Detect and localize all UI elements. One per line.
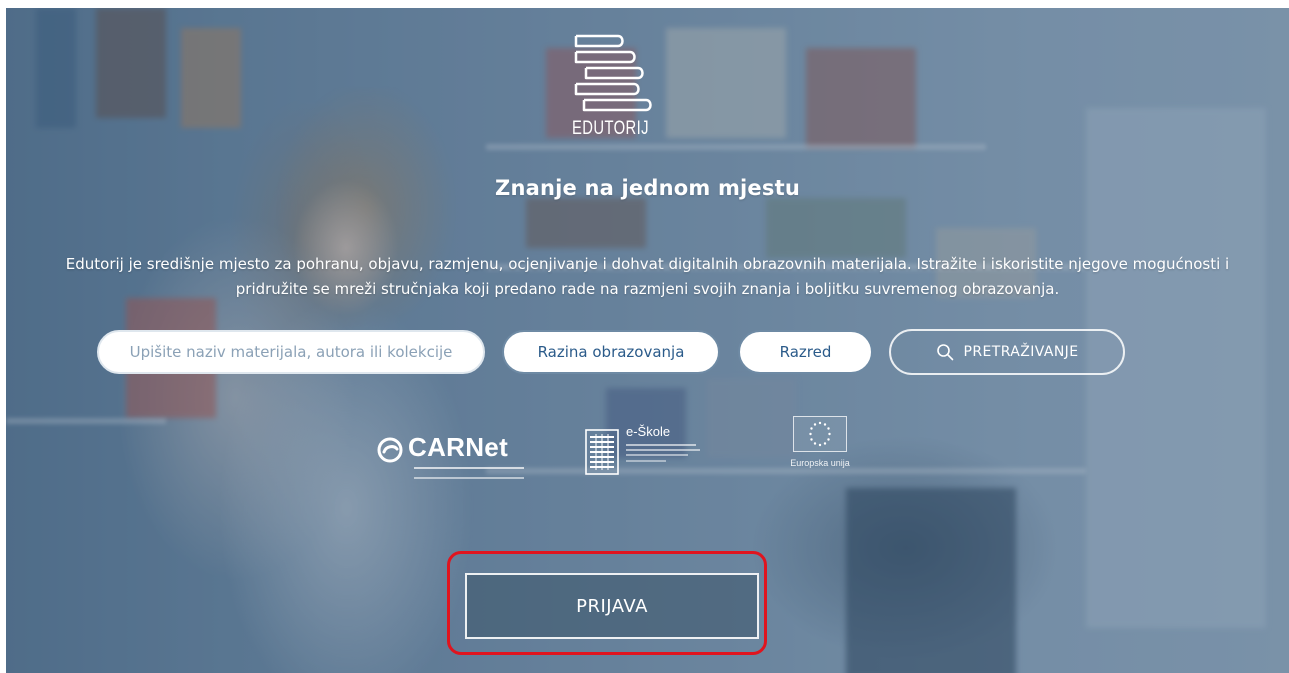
grade-select[interactable]: Razred (738, 330, 873, 374)
hero-background: EDUTORIJ Znanje na jednom mjestu Edutori… (6, 8, 1289, 673)
carnet-wordmark: CARNet (408, 432, 509, 462)
eskole-subtitle-lines (626, 442, 704, 464)
page-headline: Znanje na jednom mjestu (495, 176, 800, 200)
login-button-label: PRIJAVA (576, 595, 648, 617)
carnet-logo-icon (377, 437, 403, 463)
education-level-select[interactable]: Razina obrazovanja (502, 330, 720, 374)
search-button[interactable]: PRETRAŽIVANJE (889, 329, 1125, 375)
carnet-subtitle-lines (414, 467, 524, 479)
eu-label: Europska unija (790, 458, 850, 468)
education-level-label: Razina obrazovanja (537, 343, 685, 361)
search-button-label: PRETRAŽIVANJE (963, 344, 1079, 360)
eu-logo[interactable]: Europska unija (782, 416, 872, 486)
intro-line-1: Edutorij je središnje mjesto za pohranu,… (65, 255, 1230, 273)
carnet-logo[interactable]: CARNet (376, 432, 524, 480)
grade-label: Razred (779, 343, 832, 361)
intro-line-2: pridružite se mreži stručnjaka koji pred… (235, 280, 1060, 298)
eu-flag-icon (793, 416, 847, 452)
search-icon (936, 343, 954, 361)
book-stack-icon (574, 34, 652, 112)
logo-wordmark: EDUTORIJ (572, 118, 649, 139)
intro-text: Edutorij je središnje mjesto za pohranu,… (6, 252, 1289, 302)
eskole-logo[interactable]: e-Škole (584, 424, 724, 484)
login-button[interactable]: PRIJAVA (465, 573, 759, 639)
login-page: EDUTORIJ Znanje na jednom mjestu Edutori… (0, 0, 1289, 673)
edutorij-logo[interactable]: EDUTORIJ (572, 32, 662, 142)
abacus-icon (585, 429, 619, 475)
search-input[interactable] (97, 330, 485, 374)
eskole-wordmark: e-Škole (626, 424, 671, 439)
